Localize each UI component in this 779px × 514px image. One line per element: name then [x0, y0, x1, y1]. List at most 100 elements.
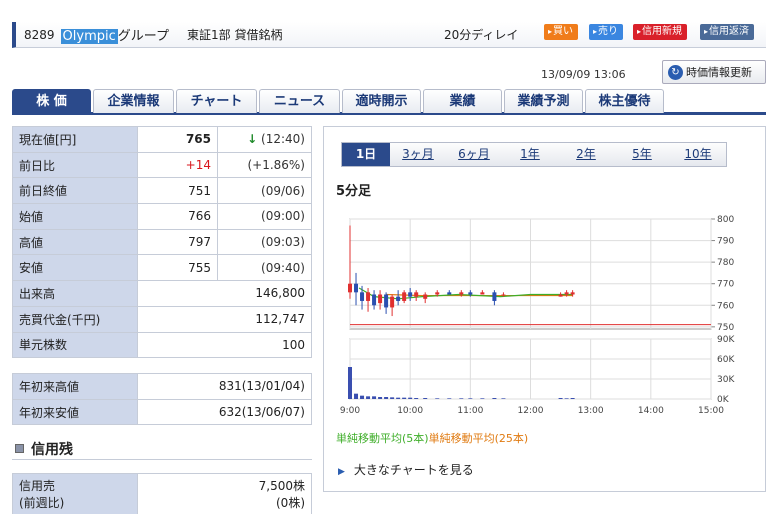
volume-bar	[480, 398, 485, 399]
stock-header: 8289 Olympic グループ 東証1部 貸借銘柄 20分ディレイ ▸買い ▸…	[12, 22, 766, 48]
candle-body	[408, 292, 413, 297]
volume-bar	[435, 398, 440, 399]
table-row: 始値 766 (09:00)	[12, 203, 312, 230]
volume-tick-label: 60K	[717, 355, 735, 365]
large-chart-link-label: 大きなチャートを見る	[353, 463, 474, 477]
table-row: 年初来高値 831(13/01/04)	[12, 373, 312, 400]
table-row: 前日終値 751 (09/06)	[12, 177, 312, 205]
margin-repay-button[interactable]: ▸信用返済	[700, 24, 755, 40]
time-tick-label: 13:00	[578, 406, 604, 416]
tab-shareholder-benefits[interactable]: 株主優待	[585, 89, 664, 113]
table-row: 現在値[円] 765 ↓ (12:40)	[12, 126, 312, 153]
change-percent: (+1.86%)	[217, 151, 312, 179]
yearly-low-value: 632(13/06/07)	[137, 398, 312, 426]
prev-close-date: (09/06)	[217, 177, 312, 205]
tab-earnings-forecast[interactable]: 業績予測	[504, 89, 583, 113]
volume-bar	[372, 396, 377, 399]
period-tab-2y[interactable]: 2年	[558, 143, 614, 166]
low-value: 755	[137, 254, 218, 282]
candle-body	[480, 292, 485, 295]
stock-name: Olympic グループ	[60, 25, 169, 44]
sell-button[interactable]: ▸売り	[589, 24, 624, 40]
volume-bar	[564, 398, 569, 399]
credit-section-title: 信用残	[12, 438, 312, 460]
table-row: 前日比 +14 (+1.86%)	[12, 151, 312, 179]
candle-body	[402, 292, 407, 301]
time-tick-label: 9:00	[340, 406, 360, 416]
stock-name-highlight: Olympic	[60, 29, 118, 44]
current-price-time-cell: ↓ (12:40)	[217, 126, 312, 153]
open-time: (09:00)	[217, 203, 312, 230]
table-row: 安値 755 (09:40)	[12, 254, 312, 282]
candle-body	[570, 292, 575, 295]
turnover-value: 112,747	[137, 305, 312, 333]
stock-code: 8289	[24, 27, 55, 42]
candle-body	[384, 294, 389, 308]
candle-body	[501, 294, 506, 296]
chart-period-tabs: 1日 3ヶ月 6ヶ月 1年 2年 5年 10年	[341, 142, 727, 167]
period-tab-5y[interactable]: 5年	[614, 143, 670, 166]
current-price-time: (12:40)	[261, 132, 305, 147]
tab-disclosure[interactable]: 適時開示	[342, 89, 421, 113]
high-label: 高値	[12, 228, 138, 256]
prev-close-label: 前日終値	[12, 177, 138, 205]
price-tick-label: 800	[717, 215, 734, 225]
tab-stock-price[interactable]: 株 価	[12, 89, 91, 113]
tab-chart[interactable]: チャート	[176, 89, 257, 113]
arrow-right-icon: ▸	[637, 27, 642, 36]
refresh-quote-label: 時価情報更新	[686, 66, 752, 79]
volume-bar	[414, 398, 419, 399]
chart-legend: 単純移動平均(5本)単純移動平均(25本)	[336, 430, 528, 446]
yearly-range-table: 年初来高値 831(13/01/04) 年初来安値 632(13/06/07)	[12, 373, 312, 426]
time-tick-label: 12:00	[518, 406, 544, 416]
volume-bar	[558, 398, 563, 399]
yearly-high-label: 年初来高値	[12, 373, 138, 400]
volume-value: 146,800	[137, 280, 312, 307]
tab-news[interactable]: ニュース	[259, 89, 340, 113]
quote-timestamp: 13/09/09 13:06	[541, 68, 626, 81]
volume-tick-label: 30K	[717, 375, 735, 385]
table-row: 売買代金(千円) 112,747	[12, 305, 312, 333]
tab-company-info[interactable]: 企業情報	[93, 89, 174, 113]
credit-sell-value-cell: 7,500株 (0株)	[137, 473, 312, 514]
table-row: 出来高 146,800	[12, 280, 312, 307]
volume-label: 出来高	[12, 280, 138, 307]
volume-bar	[501, 398, 506, 399]
period-tab-1y[interactable]: 1年	[502, 143, 558, 166]
refresh-quote-button[interactable]: ↻ 時価情報更新	[662, 60, 766, 84]
candle-body	[492, 292, 497, 301]
large-chart-link[interactable]: ▶ 大きなチャートを見る	[338, 461, 474, 478]
unit-shares-value: 100	[137, 331, 312, 359]
period-tab-6m[interactable]: 6ヶ月	[446, 143, 502, 166]
volume-bar	[468, 398, 473, 399]
candle-body	[423, 294, 428, 299]
price-tick-label: 760	[717, 301, 734, 311]
candle-body	[348, 283, 352, 293]
candle-body	[435, 292, 440, 295]
candle-body	[396, 296, 401, 301]
volume-bar	[570, 398, 575, 399]
period-tab-1d[interactable]: 1日	[342, 143, 390, 166]
candle-body	[468, 292, 473, 295]
refresh-icon: ↻	[668, 64, 683, 80]
candle-body	[354, 283, 359, 293]
period-tab-10y[interactable]: 10年	[670, 143, 726, 166]
candle-body	[372, 294, 377, 306]
margin-new-button-label: 信用新規	[642, 26, 683, 37]
candle-body	[558, 294, 563, 297]
volume-bar	[492, 398, 497, 399]
candle-body	[447, 292, 452, 295]
chart-panel: 1日 3ヶ月 6ヶ月 1年 2年 5年 10年 5分足 800 790 780 770…	[323, 126, 766, 492]
price-tick-label: 770	[717, 280, 734, 290]
table-row: 高値 797 (09:03)	[12, 228, 312, 256]
candle-body	[366, 292, 371, 301]
tab-earnings[interactable]: 業績	[423, 89, 502, 113]
change-label: 前日比	[12, 151, 138, 179]
period-tab-3m[interactable]: 3ヶ月	[390, 143, 446, 166]
triangle-right-icon: ▶	[338, 467, 345, 477]
margin-new-button[interactable]: ▸信用新規	[633, 24, 688, 40]
buy-button[interactable]: ▸買い	[544, 24, 579, 40]
legend-ma25: 単純移動平均(25本)	[428, 432, 529, 445]
buy-button-label: 買い	[553, 26, 574, 37]
low-time: (09:40)	[217, 254, 312, 282]
